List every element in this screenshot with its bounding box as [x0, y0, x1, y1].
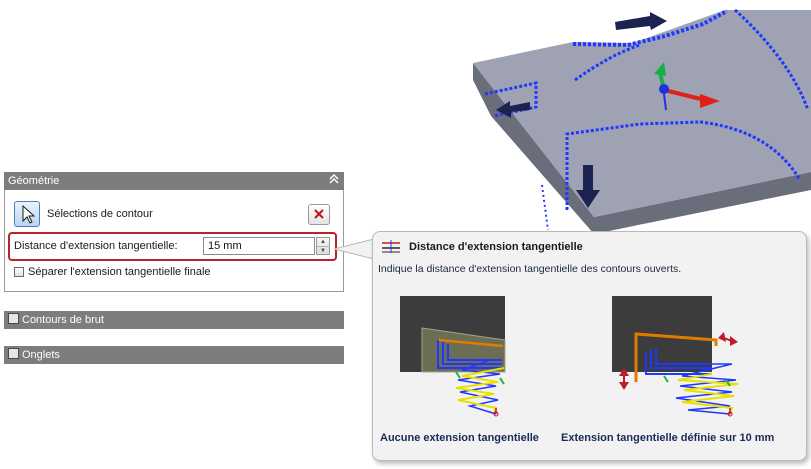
extension-dimension-arrow-horizontal: [718, 332, 726, 342]
caption-no-extension: Aucune extension tangentielle: [380, 432, 539, 444]
contour-select-button[interactable]: [14, 201, 40, 227]
spin-up-icon[interactable]: ▲: [317, 238, 329, 247]
expand-checkbox-icon: [8, 348, 19, 359]
geometry-section-header[interactable]: Géométrie: [4, 172, 344, 190]
part-model: [473, 8, 811, 234]
stock-contours-title: Contours de brut: [22, 314, 104, 326]
separate-final-extension-label: Séparer l'extension tangentielle finale: [28, 266, 211, 278]
tooltip-title: Distance d'extension tangentielle: [409, 241, 583, 253]
illustration-10mm-extension: [612, 296, 739, 417]
arrow-top: [615, 12, 667, 30]
tangent-extension-icon: [382, 240, 400, 253]
tabs-section-title: Onglets: [22, 349, 60, 361]
tangent-extension-input[interactable]: [203, 237, 315, 255]
tabs-section-header[interactable]: Onglets: [4, 346, 344, 364]
tooltip-description: Indique la distance d'extension tangenti…: [378, 263, 682, 275]
clear-selection-button[interactable]: [308, 204, 330, 225]
tangent-extension-spinner[interactable]: ▲ ▼: [316, 237, 330, 255]
red-x-icon: [314, 209, 324, 219]
expand-checkbox-icon: [8, 313, 19, 324]
caption-10mm-extension: Extension tangentielle définie sur 10 mm: [561, 432, 775, 444]
illustration-no-extension: [400, 296, 506, 417]
stock-contours-section-header[interactable]: Contours de brut: [4, 311, 344, 329]
spin-down-icon[interactable]: ▼: [317, 247, 329, 255]
geometry-section-title: Géométrie: [8, 175, 60, 187]
separate-final-extension-checkbox[interactable]: [14, 267, 24, 277]
callout-leader: [541, 184, 549, 231]
contour-selection-label: Sélections de contour: [47, 208, 153, 220]
cursor-arrow-icon: [22, 204, 36, 224]
tangent-extension-label: Distance d'extension tangentielle:: [14, 240, 178, 252]
collapse-icon[interactable]: [328, 172, 340, 190]
